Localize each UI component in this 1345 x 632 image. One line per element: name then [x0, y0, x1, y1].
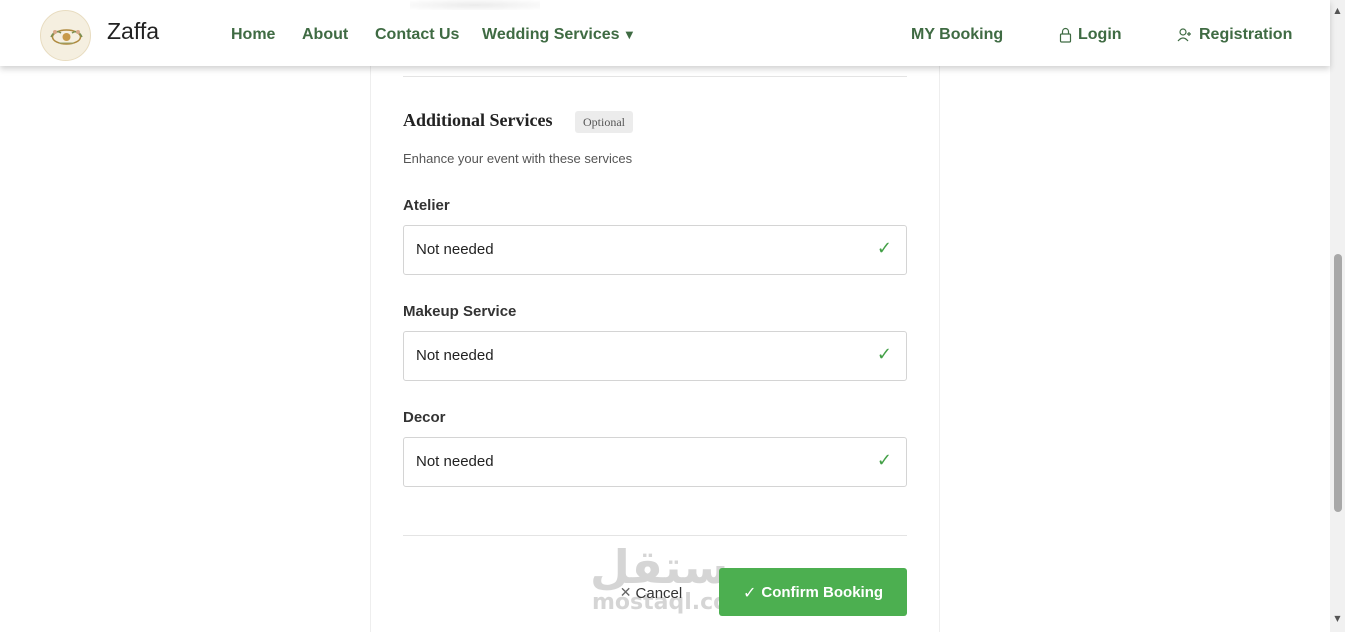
caret-down-icon: ▼: [625, 29, 634, 41]
brand-name[interactable]: Zaffa: [107, 18, 159, 45]
nav-contact-label: Contact Us: [375, 26, 460, 43]
section-subtitle: Enhance your event with these services: [403, 151, 633, 166]
nav-registration[interactable]: Registration: [1177, 26, 1292, 44]
scrollbar-thumb[interactable]: [1334, 254, 1342, 512]
navbar: Zaffa Home About Contact Us Wedding Serv…: [0, 0, 1330, 66]
scroll-up-icon[interactable]: ▲: [1330, 4, 1345, 18]
nav-home-label: Home: [231, 26, 276, 43]
decor-select-value: Not needed: [416, 453, 494, 470]
nav-login[interactable]: Login: [1059, 26, 1122, 44]
scroll-down-icon[interactable]: ▼: [1330, 612, 1345, 626]
nav-my-booking[interactable]: MY Booking: [911, 26, 1003, 44]
nav-login-label: Login: [1078, 26, 1122, 43]
nav-contact[interactable]: Contact Us: [375, 26, 459, 44]
section-title: Additional Services: [403, 110, 553, 130]
makeup-select-value: Not needed: [416, 347, 494, 364]
nav-about-label: About: [302, 26, 349, 43]
atelier-select-value: Not needed: [416, 241, 494, 258]
nav-wedding-services[interactable]: Wedding Services ▼: [482, 26, 633, 44]
close-icon: ✕: [619, 585, 632, 601]
nav-about[interactable]: About: [302, 26, 348, 44]
decor-select[interactable]: Not needed ✓: [403, 437, 907, 487]
add-user-icon: [1177, 28, 1191, 42]
confirm-booking-button[interactable]: ✓ Confirm Booking: [719, 568, 907, 616]
atelier-label: Atelier: [403, 197, 450, 214]
check-icon: ✓: [876, 344, 892, 365]
nav-home[interactable]: Home: [231, 26, 275, 44]
lock-icon: [1059, 27, 1072, 43]
nav-my-booking-label: MY Booking: [911, 26, 1004, 43]
vertical-scrollbar[interactable]: ▲ ▼: [1330, 0, 1345, 632]
check-icon: ✓: [742, 582, 757, 602]
check-icon: ✓: [876, 238, 892, 259]
nav-registration-label: Registration: [1199, 26, 1293, 43]
logo[interactable]: [40, 10, 91, 61]
section-divider-bottom: [403, 535, 907, 536]
makeup-service-select[interactable]: Not needed ✓: [403, 331, 907, 381]
section-divider-top: [403, 76, 907, 77]
check-icon: ✓: [876, 450, 892, 471]
page: Additional Services Optional Enhance you…: [0, 0, 1345, 632]
makeup-service-label: Makeup Service: [403, 303, 517, 320]
decor-label: Decor: [403, 409, 446, 426]
nav-wedding-services-label: Wedding Services: [482, 26, 620, 43]
cancel-button[interactable]: ✕ Cancel: [606, 578, 696, 608]
optional-badge: Optional: [575, 111, 633, 133]
cancel-label: Cancel: [635, 584, 683, 602]
atelier-select[interactable]: Not needed ✓: [403, 225, 907, 275]
confirm-label: Confirm Booking: [761, 583, 884, 601]
scrolled-content-shadow: [410, 0, 540, 10]
